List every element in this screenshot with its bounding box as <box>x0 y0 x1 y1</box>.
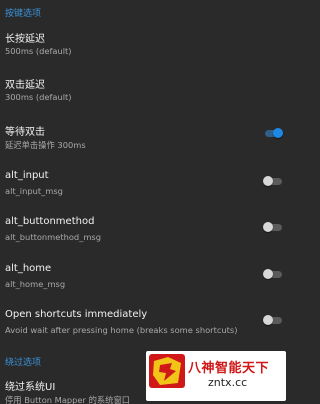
pref-double-tap-delay[interactable]: 双击延迟 300ms (default) <box>0 76 289 104</box>
pref-summary: 延迟单击操作 300ms <box>5 140 86 150</box>
alt-home-toggle[interactable] <box>263 269 283 279</box>
pref-alt-input[interactable]: alt_input alt_input_msg <box>0 170 289 198</box>
pref-alt-buttonmethod[interactable]: alt_buttonmethod alt_buttonmethod_msg <box>0 216 289 244</box>
toggle-thumb <box>263 222 273 232</box>
toggle-thumb <box>263 269 273 279</box>
pref-wait-double-tap[interactable]: 等待双击 延迟单击操作 300ms <box>0 123 289 151</box>
pref-title: 绕过系统UI <box>5 382 56 393</box>
pref-title: Open shortcuts immediately <box>5 309 148 320</box>
pref-summary: alt_buttonmethod_msg <box>5 232 102 242</box>
watermark-title: 八神智能天下 <box>188 361 270 376</box>
pref-summary: 500ms (default) <box>5 46 72 56</box>
watermark-logo: 八神智能天下 zntx.cc <box>146 351 286 401</box>
pref-title: 长按延迟 <box>5 34 45 45</box>
section-header-bypass-options: 绕过选项 <box>5 358 42 368</box>
pref-open-shortcuts-immediately[interactable]: Open shortcuts immediately Avoid wait af… <box>0 309 289 337</box>
pref-title: 等待双击 <box>5 127 45 138</box>
toggle-thumb <box>263 176 273 186</box>
pref-summary: 300ms (default) <box>5 92 72 102</box>
pref-summary: alt_home_msg <box>5 279 66 289</box>
pref-long-press-delay[interactable]: 长按延迟 500ms (default) <box>0 30 289 58</box>
pref-alt-home[interactable]: alt_home alt_home_msg <box>0 263 289 291</box>
watermark-url: zntx.cc <box>208 376 248 389</box>
pref-summary: Avoid wait after pressing home (breaks s… <box>5 325 238 335</box>
alt-buttonmethod-toggle[interactable] <box>263 222 283 232</box>
pref-summary: 停用 Button Mapper 的系统窗口 <box>5 395 131 404</box>
toggle-thumb <box>273 128 283 138</box>
alt-input-toggle[interactable] <box>263 176 283 186</box>
pref-title: alt_home <box>5 263 52 274</box>
pref-title: alt_buttonmethod <box>5 216 95 227</box>
toggle-thumb <box>263 315 273 325</box>
pref-title: alt_input <box>5 170 49 181</box>
open-shortcuts-toggle[interactable] <box>263 315 283 325</box>
section-header-button-options: 按键选项 <box>5 9 42 19</box>
pref-title: 双击延迟 <box>5 80 45 91</box>
wait-double-tap-toggle[interactable] <box>263 128 283 138</box>
watermark-emblem-icon <box>149 354 185 388</box>
pref-summary: alt_input_msg <box>5 186 63 196</box>
